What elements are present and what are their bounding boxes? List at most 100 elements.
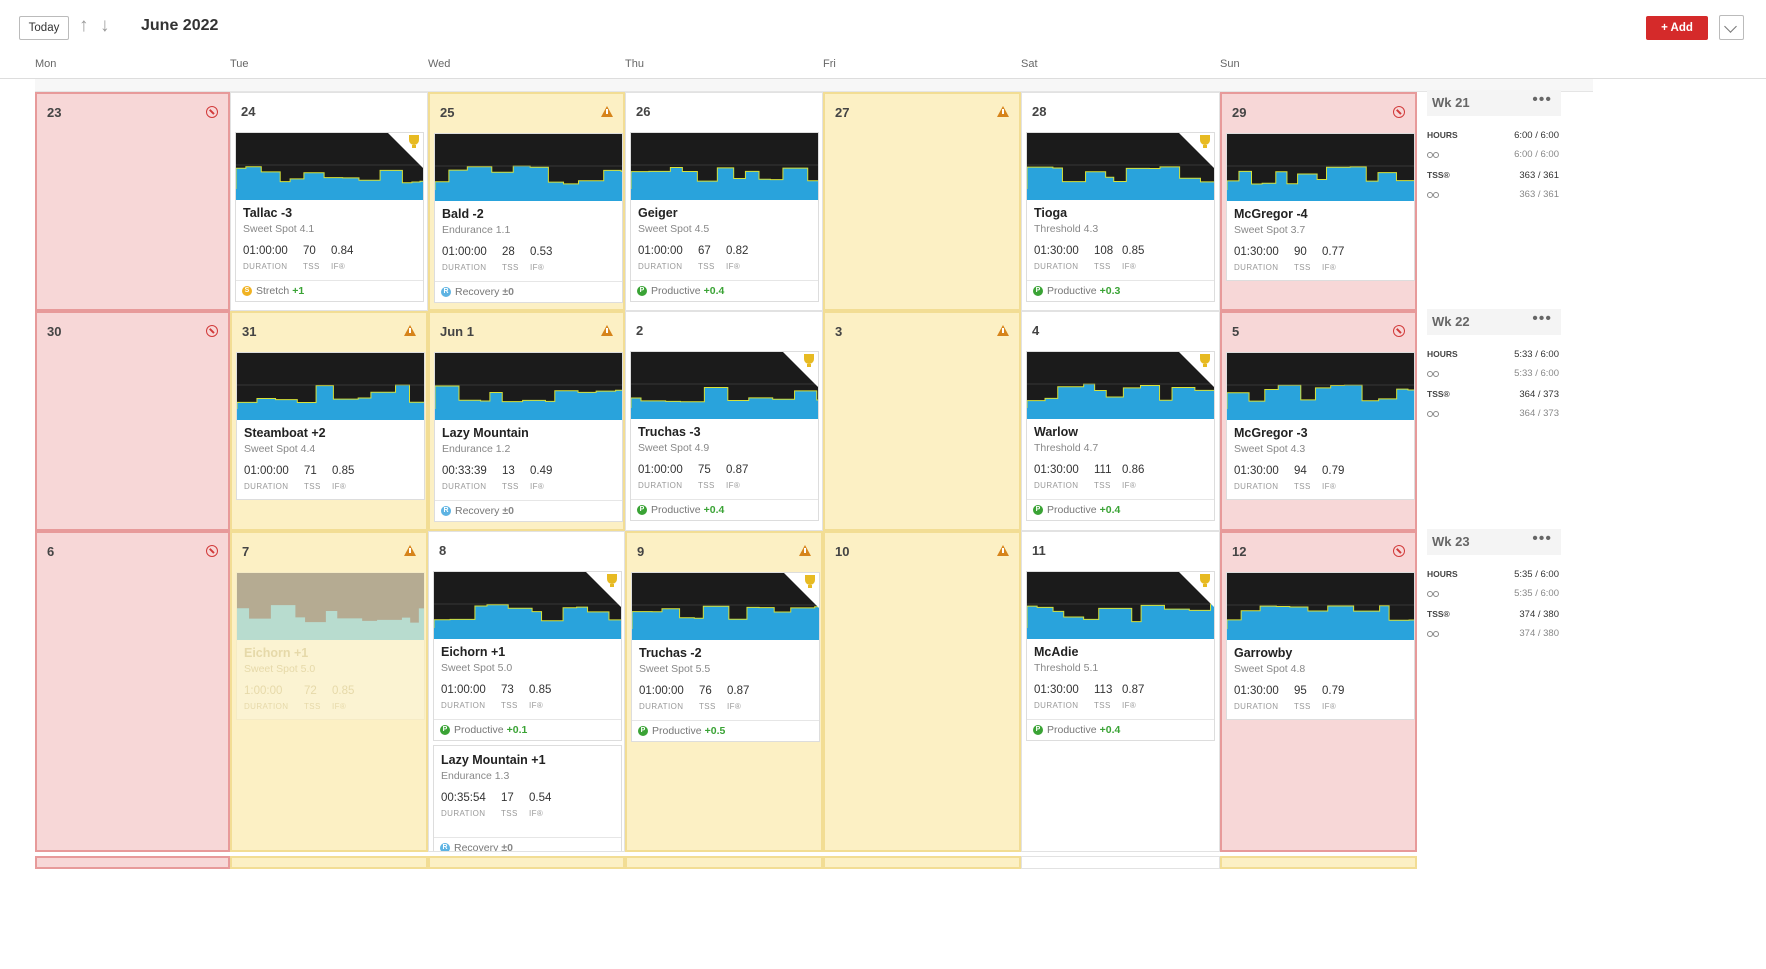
- workout-profile-area: [631, 387, 818, 419]
- metric-if: 0.54: [529, 792, 552, 804]
- day-cell[interactable]: 27: [823, 92, 1021, 311]
- day-cell[interactable]: 23: [35, 92, 230, 311]
- previous-arrow-icon[interactable]: ↑: [79, 15, 89, 37]
- progression-status[interactable]: P Productive +0.3: [1027, 280, 1214, 301]
- unavailable-icon[interactable]: [1393, 106, 1405, 118]
- workout-profile-svg: [434, 572, 621, 639]
- day-cell[interactable]: 11 McAdie Threshold 5.1 01:30:00 DURATION 113…: [1021, 531, 1220, 852]
- metric-label-tss: TSS: [303, 262, 320, 271]
- today-button[interactable]: Today: [19, 16, 69, 40]
- workout-card[interactable]: Eichorn +1 Sweet Spot 5.0 1:00:00 DURATION 7…: [236, 572, 425, 720]
- workout-card[interactable]: Garrowby Sweet Spot 4.8 01:30:00 DURATION 95…: [1226, 572, 1415, 720]
- workout-card[interactable]: Eichorn +1 Sweet Spot 5.0 01:00:00 DURATION…: [433, 571, 622, 741]
- workout-title: McGregor -4: [1234, 207, 1308, 221]
- workout-card[interactable]: McGregor -3 Sweet Spot 4.3 01:30:00 DURATIO…: [1226, 352, 1415, 500]
- status-p-icon: P: [1033, 286, 1043, 296]
- day-number: 6: [47, 544, 55, 559]
- workout-card[interactable]: Warlow Threshold 4.7 01:30:00 DURATION 111 TS…: [1026, 351, 1215, 521]
- workout-card[interactable]: Tioga Threshold 4.3 01:30:00 DURATION 108 TSS…: [1026, 132, 1215, 302]
- total-row: HOURS 5:33 / 6:00: [1427, 349, 1561, 363]
- day-cell[interactable]: 2 Truchas -3 Sweet Spot 4.9 01:00:00 DURATIO…: [625, 311, 823, 531]
- metric-if: 0.87: [1122, 684, 1145, 696]
- warning-icon[interactable]: [601, 325, 613, 336]
- next-week-edge: [230, 856, 428, 869]
- warning-icon[interactable]: [997, 106, 1009, 117]
- day-cell[interactable]: 31 Steamboat +2 Sweet Spot 4.4 01:00:00 DURA…: [230, 311, 428, 531]
- workout-profile-svg: [435, 384, 622, 420]
- day-cell[interactable]: 12 Garrowby Sweet Spot 4.8 01:30:00 DURATION…: [1220, 531, 1417, 852]
- day-cell[interactable]: 6: [35, 531, 230, 852]
- unavailable-icon[interactable]: [1393, 325, 1405, 337]
- day-cell[interactable]: 28 Tioga Threshold 4.3 01:30:00 DURATION 108 T…: [1021, 92, 1220, 311]
- bike-icon: [1427, 631, 1439, 637]
- unavailable-icon[interactable]: [206, 545, 218, 557]
- metric-duration: 01:00:00: [638, 245, 683, 257]
- day-cell[interactable]: 8 Eichorn +1 Sweet Spot 5.0 01:00:00 DURATIO…: [428, 531, 625, 852]
- metric-tss: 72: [304, 685, 317, 697]
- metric-value: 364 / 373: [1519, 389, 1559, 400]
- trophy-icon: [607, 574, 617, 587]
- metric-duration: 01:00:00: [244, 465, 289, 477]
- progression-status[interactable]: R Recovery ±0: [434, 837, 621, 851]
- metric-label-duration: DURATION: [441, 701, 486, 710]
- workout-card[interactable]: Geiger Sweet Spot 4.5 01:00:00 DURATION 67 TS…: [630, 132, 819, 302]
- add-button[interactable]: + Add: [1646, 16, 1708, 40]
- day-cell[interactable]: 29 McGregor -4 Sweet Spot 3.7 01:30:00 DURAT…: [1220, 92, 1417, 311]
- more-options-icon[interactable]: •••: [1532, 91, 1552, 109]
- workout-card[interactable]: Truchas -2 Sweet Spot 5.5 01:00:00 DURATION…: [631, 572, 820, 742]
- progression-status[interactable]: P Productive +0.4: [631, 499, 818, 520]
- chevron-down-icon[interactable]: [1719, 15, 1744, 40]
- status-r-icon: R: [441, 287, 451, 297]
- workout-card[interactable]: Lazy Mountain Endurance 1.2 00:33:39 DURATI…: [434, 352, 623, 522]
- day-cell[interactable]: 25 Bald -2 Endurance 1.1 01:00:00 DURATION 28…: [428, 92, 625, 311]
- workout-card[interactable]: Steamboat +2 Sweet Spot 4.4 01:00:00 DURATI…: [236, 352, 425, 500]
- progression-status[interactable]: P Productive +0.4: [631, 280, 818, 301]
- progression-status[interactable]: R Recovery ±0: [435, 281, 622, 302]
- workout-card[interactable]: Bald -2 Endurance 1.1 01:00:00 DURATION 28 TS…: [434, 133, 623, 303]
- status-label: Stretch: [256, 285, 290, 297]
- metric-tss: 70: [303, 245, 316, 257]
- unavailable-icon[interactable]: [206, 325, 218, 337]
- workout-profile-svg: [237, 384, 424, 420]
- more-options-icon[interactable]: •••: [1532, 310, 1552, 328]
- progression-status[interactable]: P Productive +0.4: [1027, 719, 1214, 740]
- progression-status[interactable]: P Productive +0.5: [632, 720, 819, 741]
- day-cell[interactable]: 7 Eichorn +1 Sweet Spot 5.0 1:00:00 DURATION…: [230, 531, 428, 852]
- total-row: TSS® 364 / 373: [1427, 389, 1561, 403]
- warning-icon[interactable]: [997, 545, 1009, 556]
- warning-icon[interactable]: [404, 325, 416, 336]
- day-cell[interactable]: 9 Truchas -2 Sweet Spot 5.5 01:00:00 DURATIO…: [625, 531, 823, 852]
- day-cell[interactable]: 5 McGregor -3 Sweet Spot 4.3 01:30:00 DURATI…: [1220, 311, 1417, 531]
- unavailable-icon[interactable]: [206, 106, 218, 118]
- warning-icon[interactable]: [799, 545, 811, 556]
- workout-card[interactable]: McGregor -4 Sweet Spot 3.7 01:30:00 DURATIO…: [1226, 133, 1415, 281]
- next-arrow-icon[interactable]: ↓: [100, 15, 110, 37]
- workout-title: Geiger: [638, 206, 678, 220]
- workout-subtitle: Sweet Spot 5.5: [639, 663, 711, 675]
- day-cell[interactable]: Jun 1 Lazy Mountain Endurance 1.2 00:33:39 D…: [428, 311, 625, 531]
- more-options-icon[interactable]: •••: [1532, 530, 1552, 548]
- day-cell[interactable]: 26 Geiger Sweet Spot 4.5 01:00:00 DURATION 67…: [625, 92, 823, 311]
- warning-icon[interactable]: [601, 106, 613, 117]
- workout-profile-svg: [1027, 572, 1214, 639]
- metric-tss: 28: [502, 246, 515, 258]
- status-label: Productive: [1047, 285, 1097, 297]
- progression-status[interactable]: R Recovery ±0: [435, 500, 622, 521]
- unavailable-icon[interactable]: [1393, 545, 1405, 557]
- workout-card[interactable]: Tallac -3 Sweet Spot 4.1 01:00:00 DURATION 7…: [235, 132, 424, 302]
- progression-status[interactable]: P Productive +0.1: [434, 719, 621, 740]
- metric-label-duration: DURATION: [244, 482, 289, 491]
- day-cell[interactable]: 24 Tallac -3 Sweet Spot 4.1 01:00:00 DURATIO…: [230, 92, 428, 311]
- day-cell[interactable]: 10: [823, 531, 1021, 852]
- warning-icon[interactable]: [997, 325, 1009, 336]
- warning-icon[interactable]: [404, 545, 416, 556]
- workout-card[interactable]: McAdie Threshold 5.1 01:30:00 DURATION 113 TS…: [1026, 571, 1215, 741]
- workout-card[interactable]: Truchas -3 Sweet Spot 4.9 01:00:00 DURATION…: [630, 351, 819, 521]
- progression-status[interactable]: P Productive +0.4: [1027, 499, 1214, 520]
- day-cell[interactable]: 4 Warlow Threshold 4.7 01:30:00 DURATION 111 T…: [1021, 311, 1220, 531]
- metric-label-duration: DURATION: [1234, 263, 1279, 272]
- day-cell[interactable]: 30: [35, 311, 230, 531]
- day-cell[interactable]: 3: [823, 311, 1021, 531]
- workout-card[interactable]: Lazy Mountain +1 Endurance 1.3 00:35:54 DUR…: [433, 745, 622, 851]
- progression-status[interactable]: S Stretch +1: [236, 280, 423, 301]
